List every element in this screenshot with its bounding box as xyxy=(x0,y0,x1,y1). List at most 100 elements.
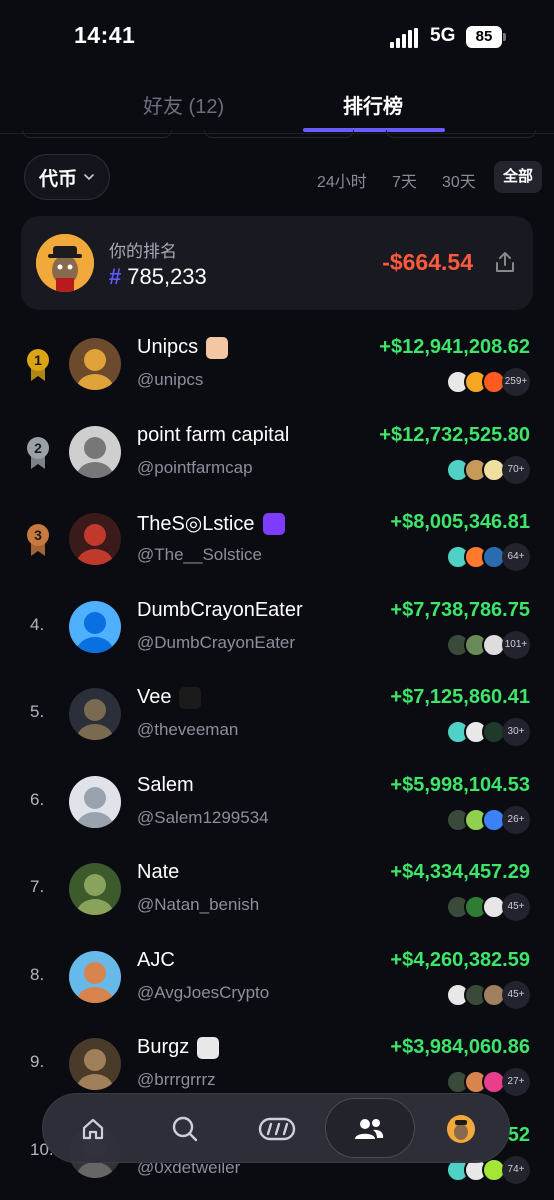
badge-icon xyxy=(206,336,229,359)
card-edge xyxy=(22,130,172,138)
rank-number: 4. xyxy=(30,614,45,634)
token-stack[interactable]: 45+ xyxy=(446,980,530,1009)
user-name: Nate xyxy=(137,861,180,883)
token-stack[interactable]: 45+ xyxy=(446,893,530,921)
user-handle: @theveeman xyxy=(137,720,239,739)
friends-icon xyxy=(355,1119,384,1139)
avatar[interactable] xyxy=(69,425,121,478)
avatar[interactable] xyxy=(69,863,121,915)
user-pnl: +$7,738,786.75 xyxy=(390,598,530,621)
token-count: 70+ xyxy=(502,455,530,484)
leaderboard-row[interactable]: 7. Nate @Natan_benish +$4,334,457.29 45+ xyxy=(0,847,554,935)
token-count: 64+ xyxy=(502,543,530,571)
nav-search[interactable] xyxy=(159,1103,211,1155)
user-name: AJC xyxy=(137,948,175,971)
status-time: 14:41 xyxy=(74,22,136,48)
bottom-nav xyxy=(42,1093,510,1163)
user-pnl: +$8,005,346.81 xyxy=(390,511,530,533)
period-7d[interactable]: 7天 xyxy=(392,168,417,192)
token-stack[interactable]: 27+ xyxy=(446,1068,530,1096)
token-count: 101+ xyxy=(502,630,530,659)
period-all[interactable]: 全部 xyxy=(494,161,542,193)
avatar[interactable] xyxy=(69,775,121,828)
token-dropdown[interactable]: 代币 xyxy=(24,154,110,200)
nav-home[interactable] xyxy=(67,1103,119,1155)
avatar xyxy=(36,234,94,292)
leaderboard-row[interactable]: 2 point farm capital @pointfarmcap +$12,… xyxy=(0,410,554,498)
token-count: 45+ xyxy=(502,893,530,921)
my-rank-card[interactable]: 你的排名 #785,233 -$664.54 xyxy=(21,216,533,310)
user-pnl: +$12,941,208.62 xyxy=(379,336,530,358)
user-pnl: +$12,732,525.80 xyxy=(379,423,530,446)
home-icon xyxy=(82,1118,104,1140)
nav-profile[interactable] xyxy=(435,1103,487,1155)
my-rank-value: #785,233 xyxy=(109,264,207,289)
avatar[interactable] xyxy=(69,513,121,565)
my-pnl: -$664.54 xyxy=(382,249,473,275)
token-stack[interactable]: 30+ xyxy=(446,718,530,746)
token-count: 74+ xyxy=(502,1155,530,1184)
user-handle: @DumbCrayonEater xyxy=(137,632,296,652)
tab-friends[interactable]: 好友 (12) xyxy=(143,90,224,119)
user-name: Unipcs xyxy=(137,336,229,359)
network-type: 5G xyxy=(430,25,456,46)
user-pnl: +$7,125,860.41 xyxy=(390,686,530,708)
user-handle: @unipcs xyxy=(137,370,204,389)
period-24h[interactable]: 24小时 xyxy=(317,168,367,192)
tab-ranking[interactable]: 排行榜 xyxy=(343,90,403,119)
token-count: 26+ xyxy=(502,805,530,834)
user-pnl: 52 xyxy=(507,1123,530,1146)
nav-token[interactable] xyxy=(251,1103,303,1155)
battery-level: 85 xyxy=(466,26,502,48)
avatar[interactable] xyxy=(69,600,121,653)
profile-avatar xyxy=(447,1115,475,1143)
leaderboard-row[interactable]: 8. AJC @AvgJoesCrypto +$4,260,382.59 45+ xyxy=(0,935,554,1023)
user-handle: @Salem1299534 xyxy=(137,807,269,827)
avatar[interactable] xyxy=(69,1038,121,1090)
share-icon[interactable] xyxy=(493,250,517,274)
chevron-down-icon xyxy=(84,174,94,181)
status-bar: 14:41 5G 85 xyxy=(0,0,554,72)
avatar[interactable] xyxy=(69,688,121,740)
rank-number: 5. xyxy=(30,702,45,721)
nav-friends[interactable] xyxy=(343,1103,395,1155)
rank-number: 2 xyxy=(34,440,42,456)
token-count: 30+ xyxy=(502,718,530,746)
avatar[interactable] xyxy=(69,338,121,390)
user-pnl: +$3,984,060.86 xyxy=(390,1036,530,1058)
user-pnl: +$4,334,457.29 xyxy=(390,861,530,883)
leaderboard-row[interactable]: 4. DumbCrayonEater @DumbCrayonEater +$7,… xyxy=(0,585,554,673)
token-stack[interactable]: 101+ xyxy=(446,630,530,659)
token-stack[interactable]: 70+ xyxy=(446,455,530,484)
period-30d[interactable]: 30天 xyxy=(442,168,476,192)
badge-icon xyxy=(197,1036,220,1059)
tab-bar: 好友 (12) 排行榜 xyxy=(0,82,554,134)
avatar[interactable] xyxy=(69,950,121,1003)
user-handle: @The__Solstice xyxy=(137,545,262,564)
user-name: DumbCrayonEater xyxy=(137,598,303,621)
rank-number: 3 xyxy=(34,527,42,543)
badge-icon xyxy=(262,512,285,535)
signal-icon xyxy=(390,28,418,48)
card-edge xyxy=(204,130,354,138)
badge-icon xyxy=(179,686,202,709)
filter-row: 代币 24小时 7天 30天 全部 xyxy=(0,154,554,202)
medal-icon: 2 xyxy=(27,436,49,469)
token-icon xyxy=(258,1117,296,1141)
user-handle: @brrrgrrrz xyxy=(137,1070,216,1089)
medal-icon: 1 xyxy=(27,349,49,381)
my-rank-label: 你的排名 xyxy=(109,242,177,261)
token-stack[interactable]: 259+ xyxy=(446,368,530,396)
token-count: 45+ xyxy=(502,980,530,1009)
token-stack[interactable]: 26+ xyxy=(446,805,530,834)
user-handle: @Natan_benish xyxy=(137,895,260,914)
leaderboard-row[interactable]: 5. Vee @theveeman +$7,125,860.41 30+ xyxy=(0,672,554,760)
rank-number: 8. xyxy=(30,964,45,984)
token-count: 27+ xyxy=(502,1068,530,1096)
token-stack[interactable]: 64+ xyxy=(446,543,530,571)
leaderboard-row[interactable]: 6. Salem @Salem1299534 +$5,998,104.53 26… xyxy=(0,760,554,848)
leaderboard-row[interactable]: 3 TheS◎Lstice @The__Solstice +$8,005,346… xyxy=(0,497,554,585)
leaderboard-row[interactable]: 1 Unipcs @unipcs +$12,941,208.62 259+ xyxy=(0,322,554,410)
rank-number: 7. xyxy=(30,877,45,896)
user-name: TheS◎Lstice xyxy=(137,511,285,536)
